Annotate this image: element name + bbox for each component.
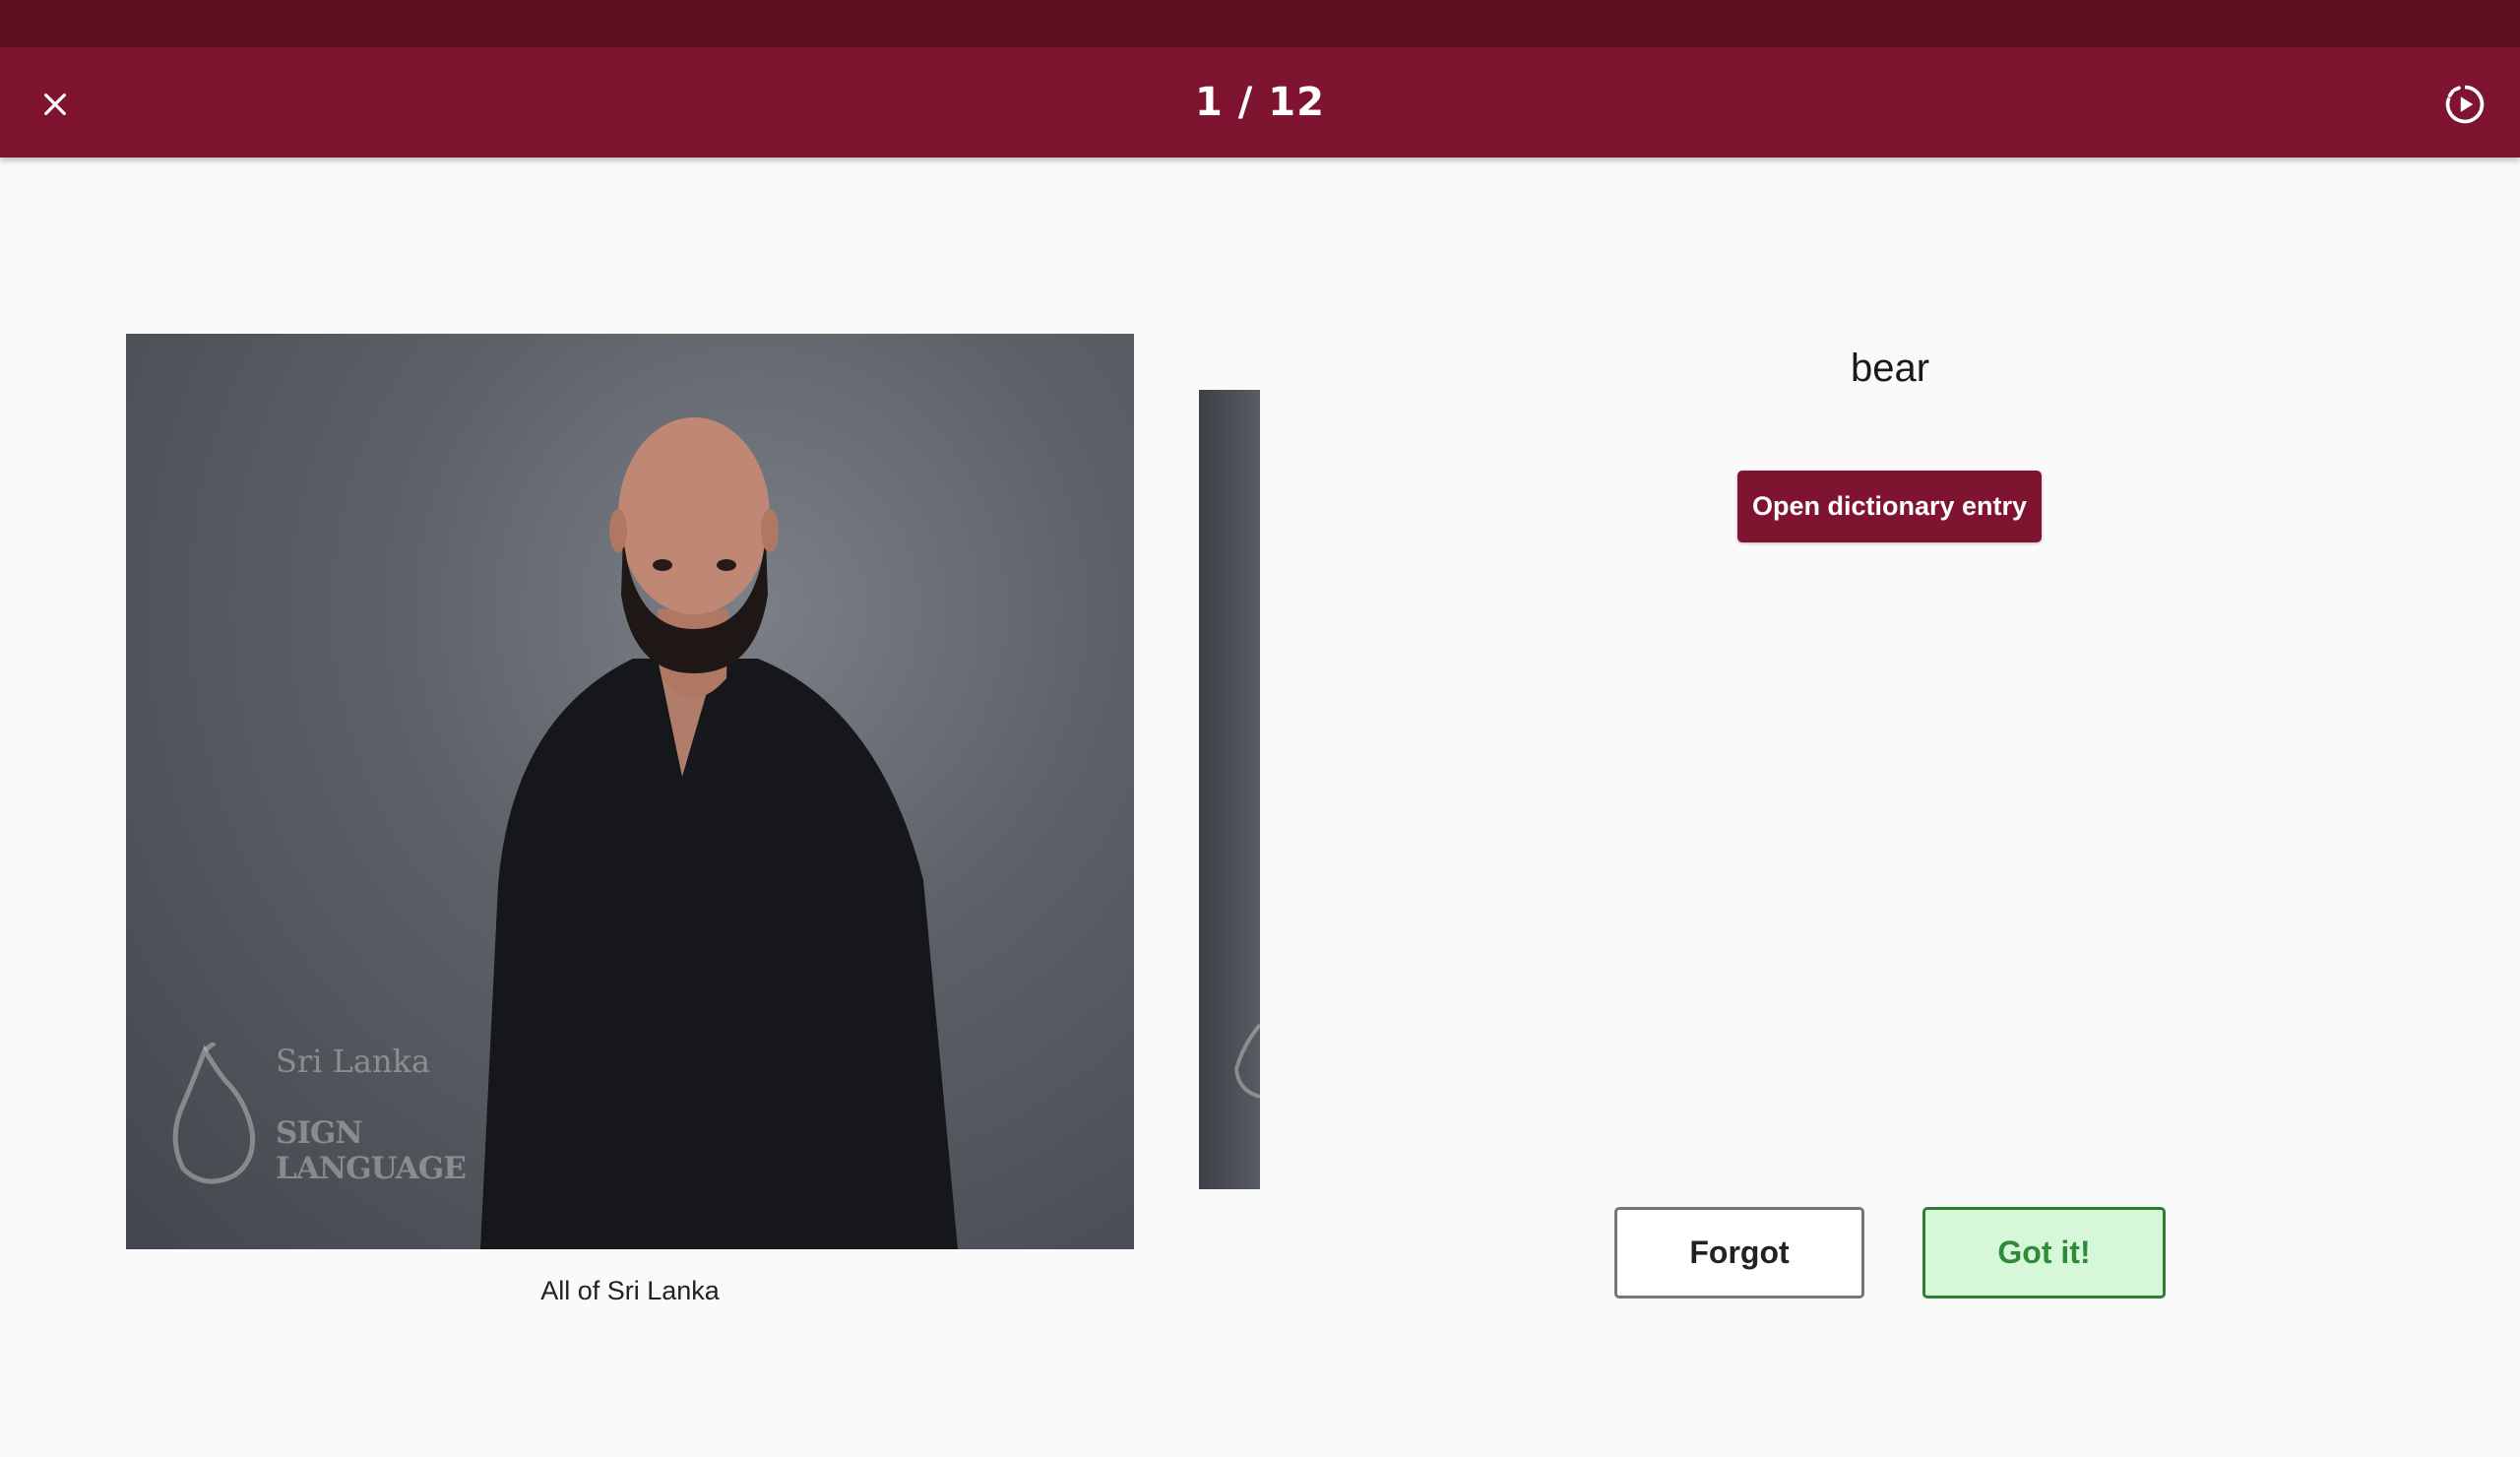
got-it-button[interactable]: Got it! (1922, 1207, 2166, 1299)
watermark-fragment (1233, 1023, 1260, 1099)
watermark-subtext: SIGN LANGUAGE (276, 1115, 467, 1186)
sri-lanka-map-icon (172, 1043, 256, 1184)
next-video-preview[interactable] (1199, 390, 1260, 1189)
watermark: Sri Lanka SIGN LANGUAGE (165, 1043, 500, 1190)
autoplay-button[interactable] (2437, 77, 2492, 132)
status-bar (0, 0, 2520, 47)
card-word: bear (1850, 347, 1930, 390)
open-dictionary-button[interactable]: Open dictionary entry (1737, 471, 2042, 542)
autoplay-icon (2445, 85, 2485, 124)
watermark-text: Sri Lanka (276, 1043, 431, 1080)
forgot-button[interactable]: Forgot (1614, 1207, 1864, 1299)
app-bar: 1 / 12 (0, 47, 2520, 158)
video-caption: All of Sri Lanka (540, 1276, 720, 1305)
sign-video[interactable]: Sri Lanka SIGN LANGUAGE (126, 334, 1134, 1249)
progress-counter: 1 / 12 (1195, 80, 1325, 125)
